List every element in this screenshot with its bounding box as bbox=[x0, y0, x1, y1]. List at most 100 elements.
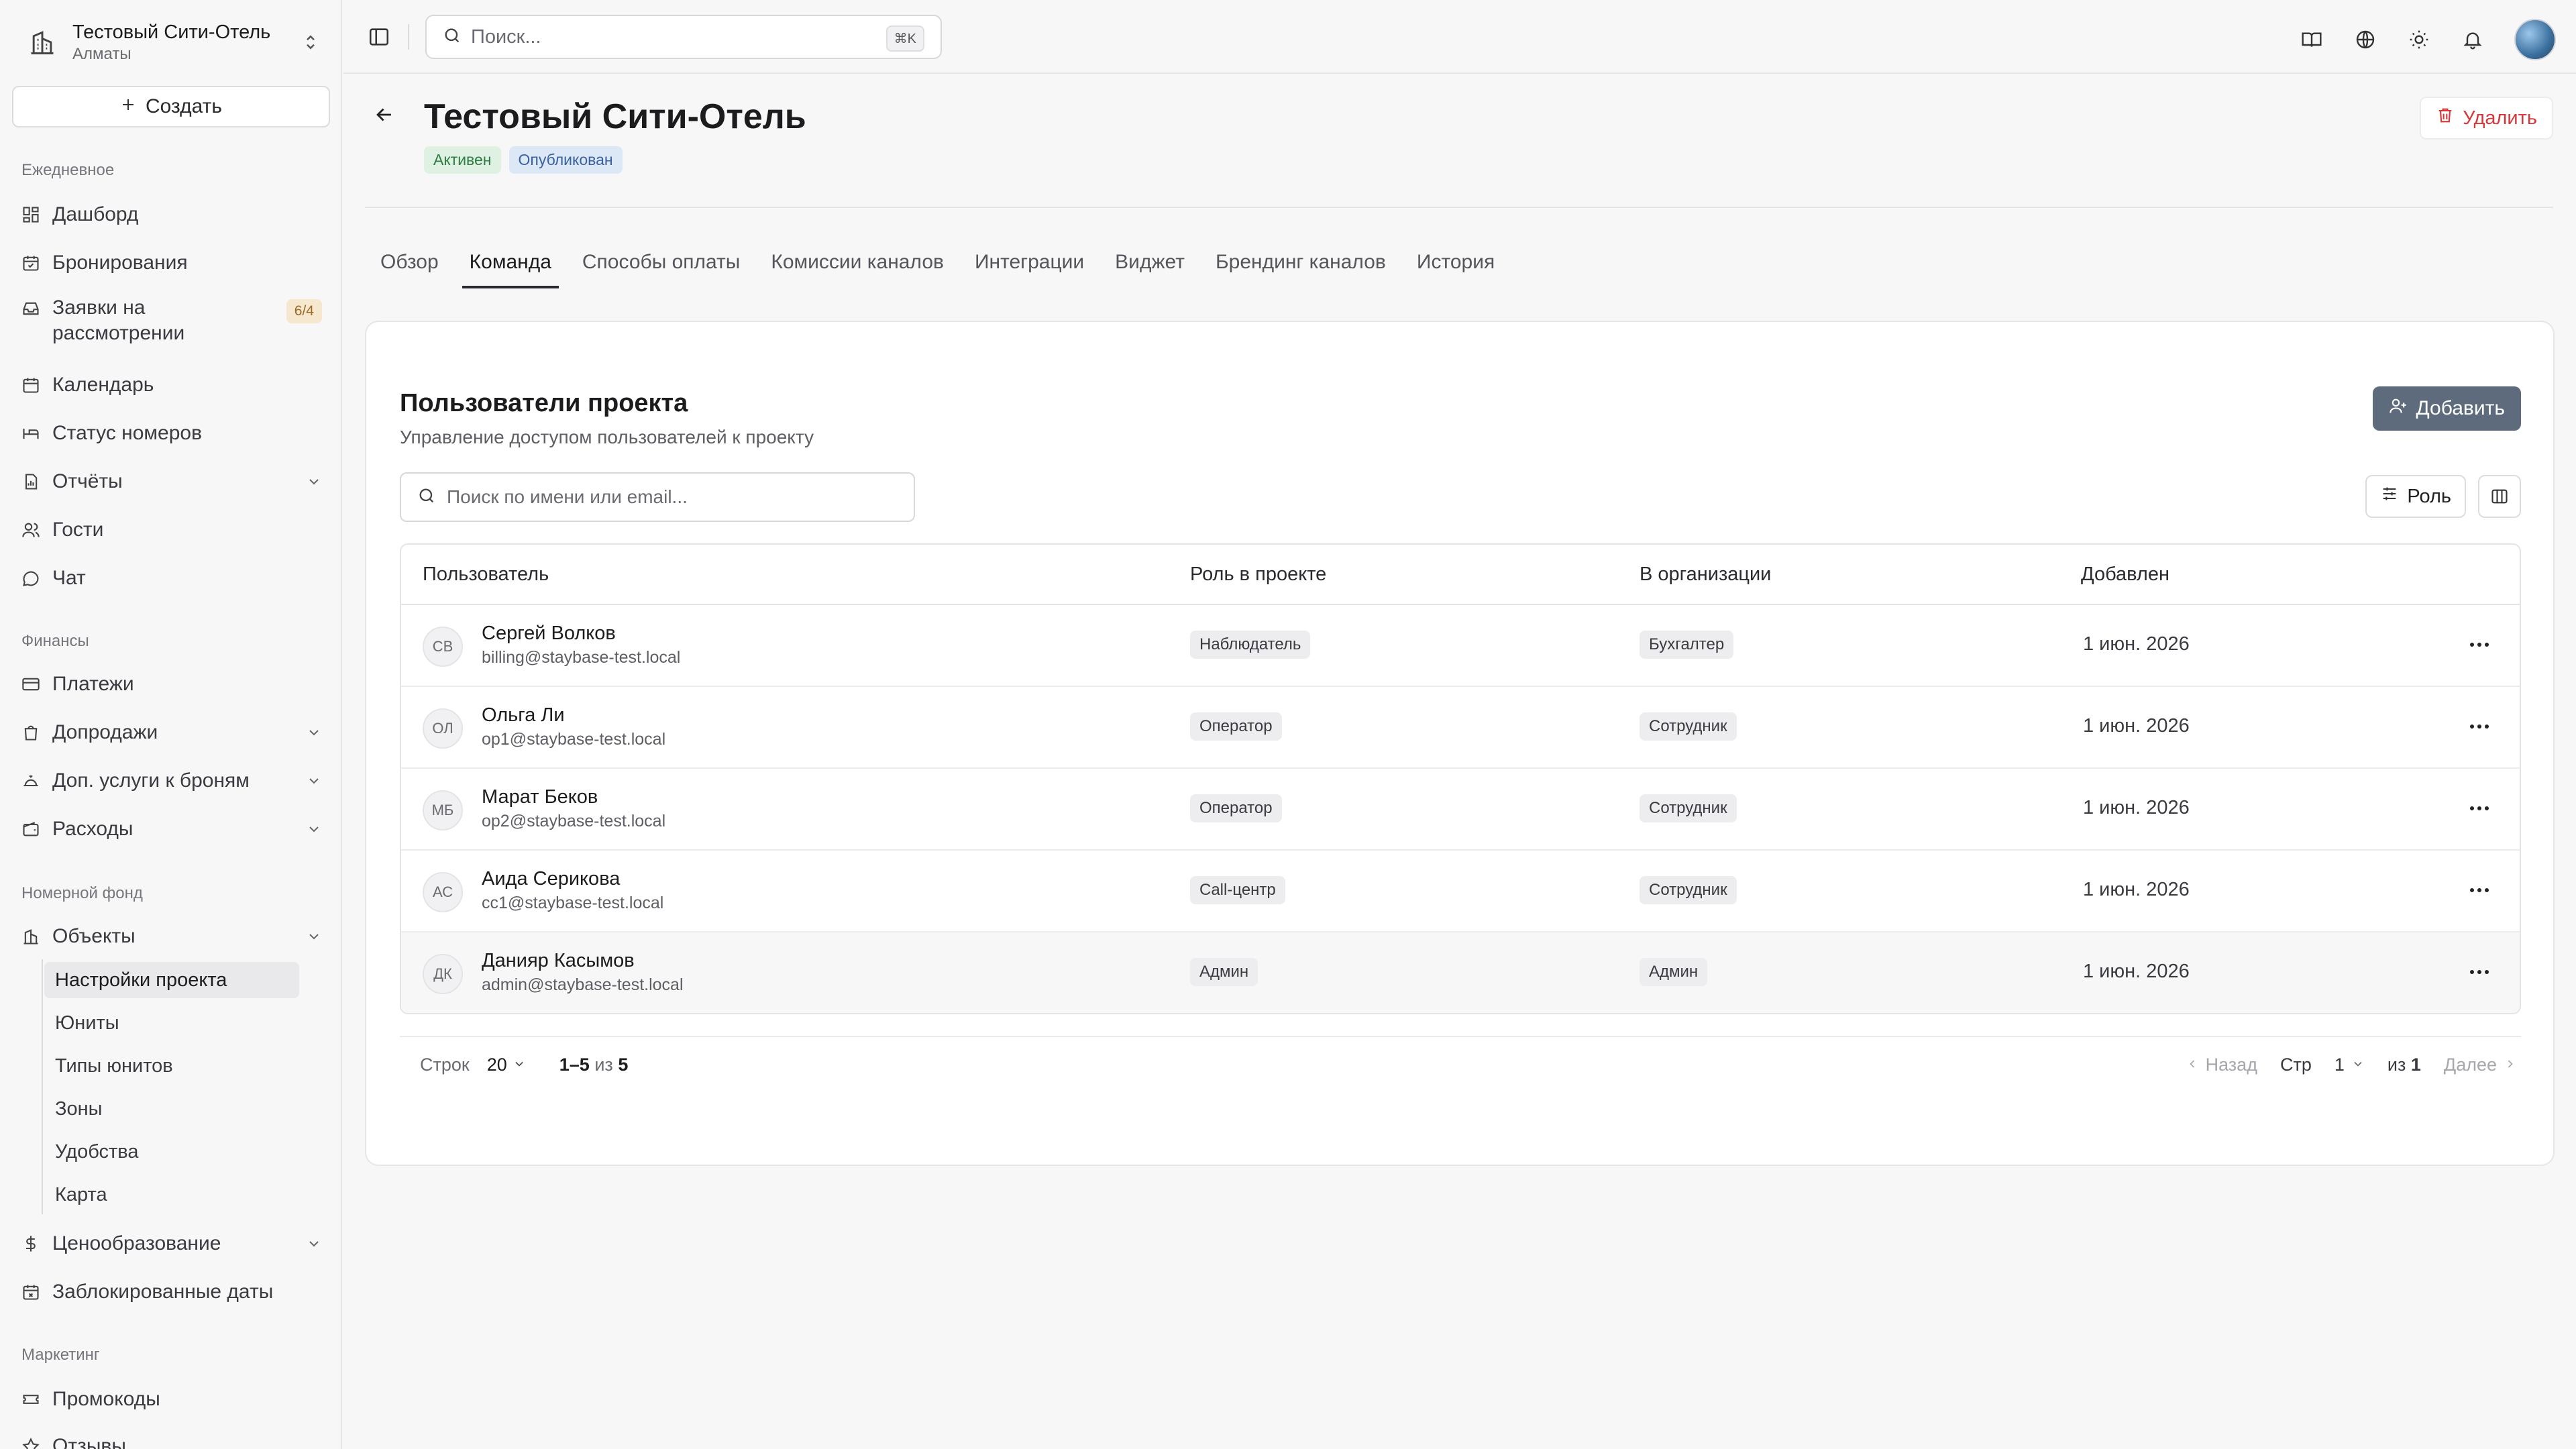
sidebar-item-label: Платежи bbox=[52, 673, 134, 695]
sidebar-item-reviews[interactable]: Отзывы bbox=[20, 1428, 322, 1449]
sidebar-item-extra-services[interactable]: Доп. услуги к броням bbox=[20, 762, 322, 800]
table-row[interactable]: ОЛ Ольга Ли op1@staybase-test.local Опер… bbox=[401, 687, 2520, 769]
table-header: Пользователь Роль в проекте В организаци… bbox=[401, 545, 2520, 605]
role-filter-button[interactable]: Роль bbox=[2365, 475, 2466, 518]
building-icon bbox=[25, 25, 59, 59]
chevron-down-icon bbox=[306, 820, 322, 843]
sidebar-subitem-amenities[interactable]: Удобства bbox=[44, 1134, 299, 1170]
sidebar-item-promo[interactable]: Промокоды bbox=[20, 1381, 322, 1418]
org-role-badge: Бухгалтер bbox=[1640, 631, 1734, 659]
status-badge-published: Опубликован bbox=[508, 146, 623, 174]
sidebar-item-bookings[interactable]: Бронирования bbox=[20, 244, 322, 282]
column-header-added[interactable]: Добавлен bbox=[2081, 564, 2169, 586]
more-horizontal-icon[interactable] bbox=[2466, 880, 2493, 900]
sidebar-item-upsells[interactable]: Допродажи bbox=[20, 714, 322, 751]
table-row[interactable]: АС Аида Серикова cc1@staybase-test.local… bbox=[401, 851, 2520, 932]
global-search[interactable]: ⌘K bbox=[425, 15, 942, 59]
bed-icon bbox=[20, 423, 42, 444]
columns-icon[interactable] bbox=[2478, 475, 2521, 518]
column-header-org[interactable]: В организации bbox=[1640, 564, 1771, 586]
org-role-badge: Сотрудник bbox=[1640, 876, 1737, 904]
prev-page-button[interactable]: Назад bbox=[2186, 1055, 2257, 1075]
table-row[interactable]: СВ Сергей Волков billing@staybase-test.l… bbox=[401, 605, 2520, 687]
org-switcher[interactable]: Тестовый Сити-Отель Алматы bbox=[25, 19, 321, 66]
sidebar-item-objects[interactable]: Объекты bbox=[20, 918, 322, 955]
more-horizontal-icon[interactable] bbox=[2466, 635, 2493, 655]
role-badge: Наблюдатель bbox=[1190, 631, 1311, 659]
search-input[interactable] bbox=[471, 25, 847, 48]
user-plus-icon bbox=[2389, 396, 2408, 421]
sidebar-subitem-map[interactable]: Карта bbox=[44, 1177, 299, 1213]
sidebar-subitem-project-settings[interactable]: Настройки проекта bbox=[44, 962, 299, 998]
tab-channel-branding[interactable]: Брендинг каналов bbox=[1200, 244, 1401, 288]
header-divider bbox=[365, 207, 2553, 208]
sidebar-toggle-icon[interactable] bbox=[368, 25, 390, 48]
tab-channel-commissions[interactable]: Комиссии каналов bbox=[755, 244, 959, 288]
tab-team[interactable]: Команда bbox=[454, 244, 567, 288]
tab-payment-methods[interactable]: Способы оплаты bbox=[567, 244, 755, 288]
more-horizontal-icon[interactable] bbox=[2466, 962, 2493, 982]
dollar-icon bbox=[20, 1233, 42, 1254]
credit-card-icon bbox=[20, 674, 42, 695]
tab-overview[interactable]: Обзор bbox=[365, 244, 454, 288]
user-email: admin@staybase-test.local bbox=[482, 975, 684, 994]
tab-widget[interactable]: Виджет bbox=[1099, 244, 1200, 288]
delete-button[interactable]: Удалить bbox=[2420, 97, 2553, 140]
column-header-user[interactable]: Пользователь bbox=[423, 564, 549, 586]
sidebar-item-blocked-dates[interactable]: Заблокированные даты bbox=[20, 1273, 322, 1311]
sidebar-item-expenses[interactable]: Расходы bbox=[20, 810, 322, 848]
column-header-role[interactable]: Роль в проекте bbox=[1190, 564, 1326, 586]
sidebar-item-label: Расходы bbox=[52, 818, 133, 840]
star-icon bbox=[20, 1436, 42, 1449]
pages-of: из 1 bbox=[2387, 1055, 2421, 1075]
role-badge: Админ bbox=[1190, 958, 1258, 986]
table-row[interactable]: МБ Марат Беков op2@staybase-test.local О… bbox=[401, 769, 2520, 851]
bell-icon[interactable] bbox=[2461, 28, 2485, 52]
create-button-label: Создать bbox=[145, 95, 222, 117]
chevron-right-icon bbox=[2504, 1055, 2517, 1075]
sidebar-item-chat[interactable]: Чат bbox=[20, 559, 322, 597]
sidebar-item-payments[interactable]: Платежи bbox=[20, 665, 322, 703]
next-page-button[interactable]: Далее bbox=[2444, 1055, 2517, 1075]
tab-integrations[interactable]: Интеграции bbox=[959, 244, 1099, 288]
sidebar-subitem-units[interactable]: Юниты bbox=[44, 1005, 299, 1041]
sidebar-item-pricing[interactable]: Ценообразование bbox=[20, 1225, 322, 1263]
pagination-divider bbox=[400, 1036, 2521, 1037]
section-finance: Финансы bbox=[21, 632, 89, 650]
sidebar-item-requests[interactable]: Заявки на рассмотрении 6/4 bbox=[20, 295, 322, 360]
table-row[interactable]: ДК Данияр Касымов admin@staybase-test.lo… bbox=[401, 932, 2520, 1013]
sidebar-item-guests[interactable]: Гости bbox=[20, 511, 322, 549]
sun-icon[interactable] bbox=[2407, 28, 2431, 52]
user-search[interactable] bbox=[400, 472, 915, 522]
report-icon bbox=[20, 471, 42, 492]
calendar-icon bbox=[20, 374, 42, 396]
page-title: Тестовый Сити-Отель bbox=[424, 97, 806, 136]
org-city: Алматы bbox=[72, 45, 131, 63]
globe-icon[interactable] bbox=[2353, 28, 2377, 52]
page-select[interactable]: 1 bbox=[2334, 1055, 2365, 1075]
add-user-button[interactable]: Добавить bbox=[2373, 386, 2521, 431]
inbox-icon bbox=[20, 298, 42, 319]
more-horizontal-icon[interactable] bbox=[2466, 716, 2493, 737]
chat-icon bbox=[20, 568, 42, 589]
avatar: АС bbox=[423, 872, 463, 912]
rows-range: 1–5 из 5 bbox=[559, 1055, 629, 1075]
more-horizontal-icon[interactable] bbox=[2466, 798, 2493, 818]
tab-history[interactable]: История bbox=[1401, 244, 1510, 288]
sidebar-item-calendar[interactable]: Календарь bbox=[20, 366, 322, 404]
rows-per-page-select[interactable]: 20 bbox=[487, 1055, 526, 1075]
user-search-input[interactable] bbox=[447, 486, 890, 508]
user-avatar[interactable] bbox=[2514, 19, 2556, 60]
search-icon bbox=[443, 26, 462, 48]
book-icon[interactable] bbox=[2300, 28, 2324, 52]
sidebar-item-room-status[interactable]: Статус номеров bbox=[20, 415, 322, 452]
sidebar-item-label: Допродажи bbox=[52, 721, 158, 743]
sidebar-subitem-zones[interactable]: Зоны bbox=[44, 1091, 299, 1127]
back-arrow-icon[interactable] bbox=[373, 103, 400, 130]
sidebar-subitem-unit-types[interactable]: Типы юнитов bbox=[44, 1048, 299, 1084]
create-button[interactable]: Создать bbox=[12, 86, 330, 127]
sidebar-item-dashboard[interactable]: Дашборд bbox=[20, 196, 322, 233]
sidebar: Тестовый Сити-Отель Алматы Создать Ежедн… bbox=[0, 0, 342, 1449]
dashboard-icon bbox=[20, 204, 42, 225]
sidebar-item-reports[interactable]: Отчёты bbox=[20, 463, 322, 500]
